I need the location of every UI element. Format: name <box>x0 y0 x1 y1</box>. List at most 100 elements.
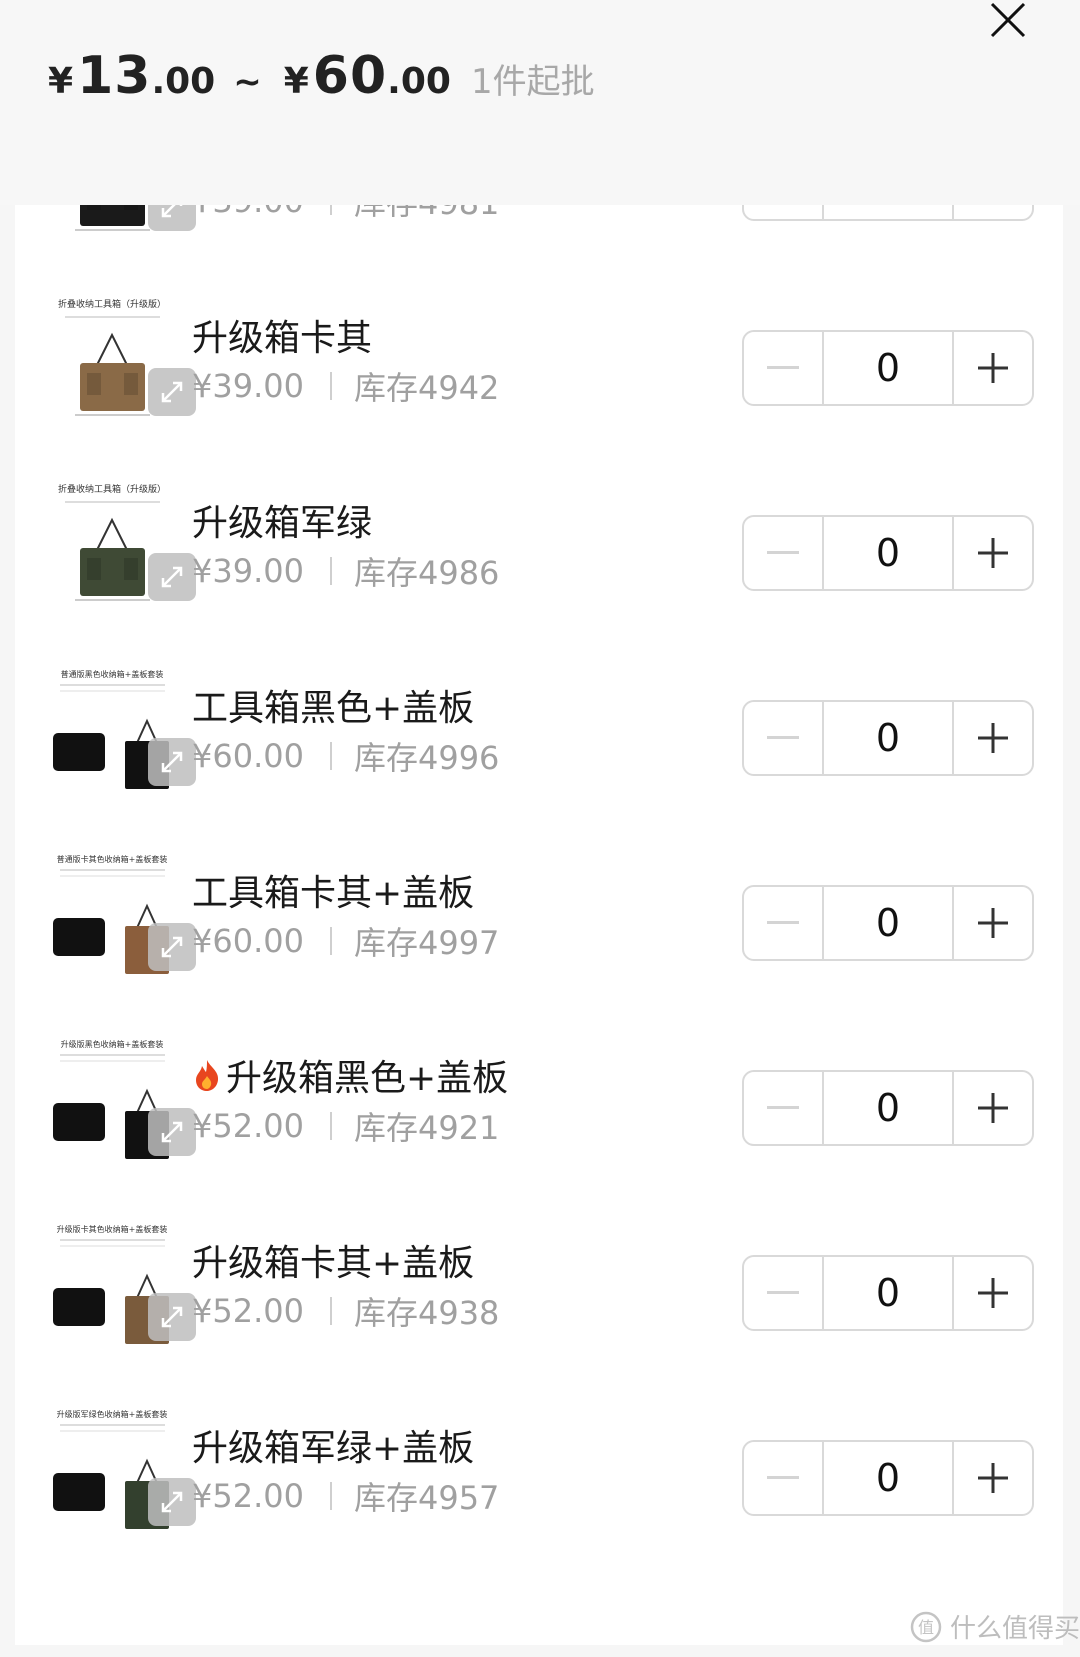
sku-stock: 库存4921 <box>353 1109 500 1147</box>
increase-button[interactable] <box>952 887 1032 959</box>
expand-image-button[interactable] <box>148 205 196 231</box>
sku-name-text: 升级箱黑色+盖板 <box>226 1058 509 1099</box>
sku-name: 升级箱黑色+盖板 <box>192 1049 508 1101</box>
decrease-button[interactable] <box>744 1257 824 1329</box>
increase-button[interactable] <box>952 1072 1032 1144</box>
thumb-title: 普通版卡其色收纳箱+盖板套装 <box>57 854 168 864</box>
max-price-dec: .00 <box>387 61 451 102</box>
sku-thumbnail[interactable]: 折叠收纳工具箱（升级版） <box>45 295 196 430</box>
range-separator: ~ <box>233 62 262 102</box>
quantity-stepper: 0 <box>742 1070 1034 1146</box>
plus-icon <box>978 353 1008 383</box>
sku-name-text: 升级箱军绿+盖板 <box>192 1428 475 1469</box>
expand-image-button[interactable] <box>148 1108 196 1156</box>
sku-thumbnail[interactable]: 升级版军绿色收纳箱+盖板套装 <box>45 1405 196 1540</box>
plus-icon <box>978 1278 1008 1308</box>
expand-image-button[interactable] <box>148 1293 196 1341</box>
sku-row: 折叠收纳工具箱（升级版） 升级箱卡其 ¥39.00 库存4942 0 <box>15 275 1063 470</box>
expand-icon <box>161 751 183 773</box>
decrease-button[interactable] <box>744 702 824 774</box>
decrease-button[interactable] <box>744 517 824 589</box>
minus-icon <box>767 1476 799 1479</box>
sku-row: 升级版卡其色收纳箱+盖板套装 升级箱卡其+盖板 ¥52.00 库存4938 0 <box>15 1200 1063 1395</box>
sku-list[interactable]: ¥39.00 库存4981 0 折叠收纳工具箱（升级版） <box>15 205 1063 1645</box>
expand-image-button[interactable] <box>148 738 196 786</box>
increase-button[interactable] <box>952 517 1032 589</box>
min-price-dec: .00 <box>151 61 216 102</box>
plus-icon <box>978 1093 1008 1123</box>
quantity-stepper: 0 <box>742 515 1034 591</box>
sku-row: ¥39.00 库存4981 0 <box>15 205 1063 285</box>
sku-thumbnail[interactable] <box>45 205 196 245</box>
separator <box>329 1297 332 1325</box>
sku-stock: 库存4938 <box>353 1294 500 1332</box>
decrease-button[interactable] <box>744 332 824 404</box>
watermark-logo-icon: 值 <box>910 1611 942 1642</box>
quantity-input[interactable]: 0 <box>824 205 952 219</box>
expand-icon <box>161 1491 183 1513</box>
sku-name: 工具箱黑色+盖板 <box>192 679 474 731</box>
sku-meta: ¥52.00 库存4957 <box>192 1473 499 1519</box>
increase-button[interactable] <box>952 205 1032 219</box>
expand-image-button[interactable] <box>148 553 196 601</box>
max-price-int: 60 <box>312 46 388 106</box>
sku-stock: 库存4981 <box>354 205 499 224</box>
sku-name: 升级箱军绿 <box>192 494 372 546</box>
sku-thumbnail[interactable]: 普通版黑色收纳箱+盖板套装 <box>45 665 196 800</box>
quantity-input[interactable]: 0 <box>824 1442 952 1514</box>
decrease-button[interactable] <box>744 887 824 959</box>
sku-row: 普通版黑色收纳箱+盖板套装 工具箱黑色+盖板 ¥60.00 库存4996 0 <box>15 645 1063 840</box>
sku-price: ¥52.00 <box>192 1477 304 1515</box>
decrease-button[interactable] <box>744 1442 824 1514</box>
decrease-button[interactable] <box>744 1072 824 1144</box>
sku-price: ¥39.00 <box>192 205 304 220</box>
increase-button[interactable] <box>952 1257 1032 1329</box>
sku-price: ¥39.00 <box>192 552 304 590</box>
expand-icon <box>161 381 183 403</box>
decrease-button[interactable] <box>744 205 824 219</box>
sku-header: ¥ 13 .00 ~ ¥ 60 .00 1件起批 <box>0 0 1080 205</box>
expand-icon <box>161 936 183 958</box>
sku-row: 升级版黑色收纳箱+盖板套装 升级箱黑色+盖板 ¥52.00 库存4921 0 <box>15 1015 1063 1210</box>
sku-thumbnail[interactable]: 普通版卡其色收纳箱+盖板套装 <box>45 850 196 985</box>
minus-icon <box>767 366 799 369</box>
sku-thumbnail[interactable]: 升级版黑色收纳箱+盖板套装 <box>45 1035 196 1170</box>
sku-thumbnail[interactable]: 折叠收纳工具箱（升级版） <box>45 480 196 615</box>
sku-name-text: 升级箱军绿 <box>192 503 373 544</box>
currency-symbol: ¥ <box>48 61 74 102</box>
min-order-text: 1件起批 <box>470 62 595 102</box>
quantity-input[interactable]: 0 <box>824 517 952 589</box>
quantity-stepper: 0 <box>742 330 1034 406</box>
watermark: 值 什么值得买 <box>910 1608 1080 1645</box>
min-price-int: 13 <box>77 46 152 106</box>
quantity-input[interactable]: 0 <box>824 1257 952 1329</box>
sku-row: 折叠收纳工具箱（升级版） 升级箱军绿 ¥39.00 库存4986 0 <box>15 460 1063 655</box>
svg-text:值: 值 <box>918 1618 934 1637</box>
increase-button[interactable] <box>952 702 1032 774</box>
thumb-title: 升级版卡其色收纳箱+盖板套装 <box>57 1224 168 1234</box>
expand-image-button[interactable] <box>148 1478 196 1526</box>
sku-price: ¥60.00 <box>192 922 304 960</box>
sku-stock: 库存4957 <box>353 1479 500 1517</box>
increase-button[interactable] <box>952 332 1032 404</box>
separator <box>329 205 332 215</box>
close-icon <box>990 2 1026 38</box>
close-button[interactable] <box>986 0 1030 44</box>
sku-meta: ¥52.00 库存4921 <box>192 1103 499 1149</box>
expand-image-button[interactable] <box>148 923 196 971</box>
quantity-input[interactable]: 0 <box>824 1072 952 1144</box>
expand-icon <box>161 1306 183 1328</box>
plus-icon <box>978 538 1008 568</box>
sku-thumbnail[interactable]: 升级版卡其色收纳箱+盖板套装 <box>45 1220 196 1355</box>
plus-icon <box>978 1463 1008 1493</box>
thumb-title: 升级版军绿色收纳箱+盖板套装 <box>57 1409 168 1419</box>
sku-meta: ¥60.00 库存4997 <box>192 918 499 964</box>
quantity-input[interactable]: 0 <box>824 332 952 404</box>
increase-button[interactable] <box>952 1442 1032 1514</box>
separator <box>329 1482 332 1510</box>
expand-image-button[interactable] <box>148 368 196 416</box>
sku-name: 升级箱卡其+盖板 <box>192 1234 474 1286</box>
quantity-input[interactable]: 0 <box>824 702 952 774</box>
sku-meta: ¥52.00 库存4938 <box>192 1288 499 1334</box>
quantity-input[interactable]: 0 <box>824 887 952 959</box>
